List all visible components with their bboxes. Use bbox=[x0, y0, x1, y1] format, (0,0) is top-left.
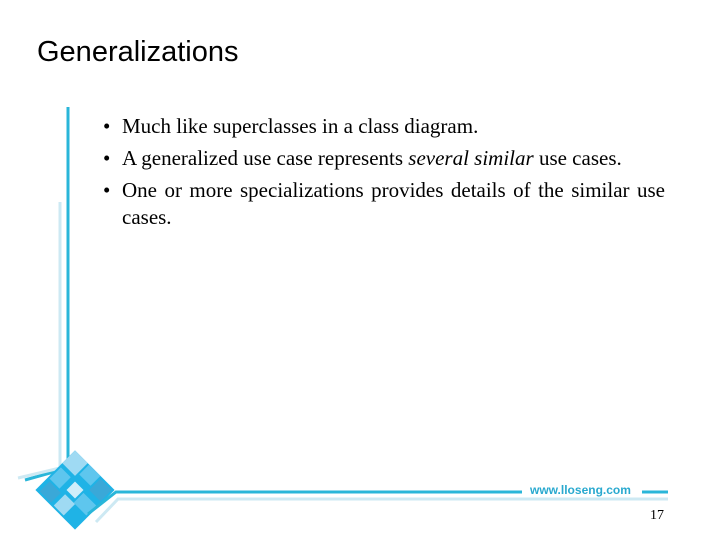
bullet-item: Much like superclasses in a class diagra… bbox=[103, 113, 665, 140]
bullet-list: Much like superclasses in a class diagra… bbox=[103, 113, 665, 236]
slide-title: Generalizations bbox=[37, 36, 239, 68]
light-horizontal-line bbox=[94, 497, 668, 524]
bullet-item: One or more specializations provides det… bbox=[103, 177, 665, 231]
bullet-text: Much like superclasses in a class diagra… bbox=[122, 114, 479, 138]
logo-diamond bbox=[35, 450, 115, 530]
bullet-text: A generalized use case represents bbox=[122, 146, 409, 170]
slide-decoration bbox=[17, 107, 668, 530]
bullet-emphasis: several similar bbox=[408, 146, 534, 170]
page-number: 17 bbox=[650, 508, 664, 523]
bullet-text: use cases. bbox=[533, 146, 622, 170]
bullet-item: A generalized use case represents severa… bbox=[103, 145, 665, 172]
accent-horizontal-line bbox=[87, 490, 522, 516]
footer-url: www.lloseng.com bbox=[530, 483, 631, 497]
bullet-text: One or more specializations provides det… bbox=[122, 178, 665, 229]
